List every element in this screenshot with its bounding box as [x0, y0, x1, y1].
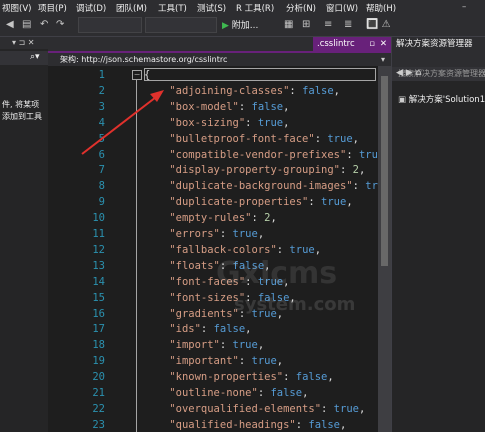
solution-explorer-panel: 解决方案资源管理器 ◀ ▶ ⌂ 搜索解决方案资源管理器 ▣ 解决方案'Solut… [391, 37, 485, 432]
solution-item[interactable]: ▣ 解决方案'Solution1 [398, 93, 485, 105]
solution-icon: ▣ [398, 95, 409, 105]
solution-item-label: 解决方案'Solution1 [408, 95, 485, 105]
solution-explorer-title: 解决方案资源管理器 [392, 37, 485, 51]
home-icon[interactable]: ◀ ▶ ⌂ [396, 68, 421, 78]
solution-explorer-toolbar: ◀ ▶ ⌂ [392, 51, 485, 78]
